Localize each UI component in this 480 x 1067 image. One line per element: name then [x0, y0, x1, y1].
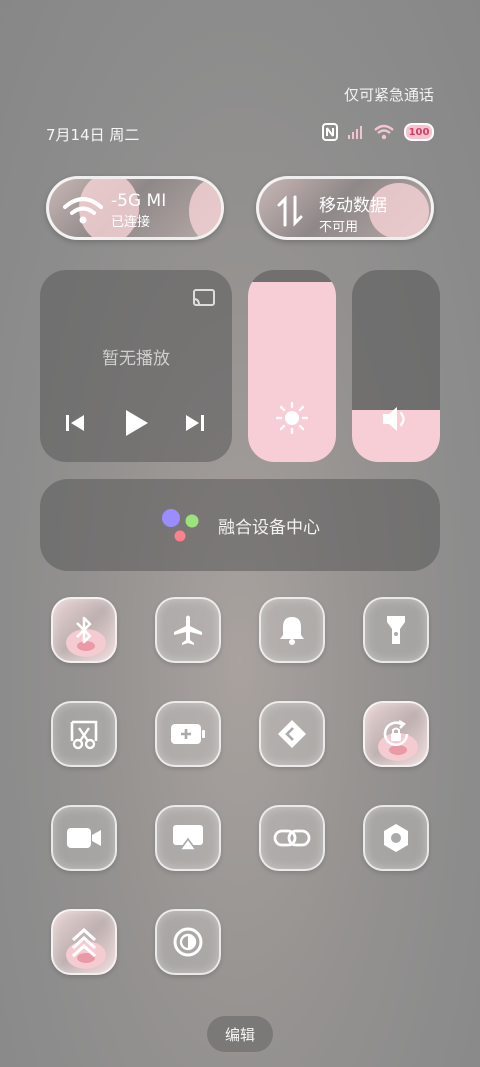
- flashlight-toggle[interactable]: [363, 597, 429, 663]
- performance-toggle[interactable]: [51, 909, 117, 975]
- bluetooth-toggle[interactable]: [51, 597, 117, 663]
- dark-mode-icon: [173, 927, 203, 957]
- data-arrows-icon: [277, 195, 303, 227]
- link-toggle[interactable]: [259, 805, 325, 871]
- screen-record-icon: [67, 828, 101, 848]
- device-hub-label: 融合设备中心: [218, 517, 320, 538]
- settings-toggle[interactable]: [363, 805, 429, 871]
- previous-icon[interactable]: [64, 412, 86, 434]
- battery-level: 100: [408, 126, 430, 138]
- hub-dot-red: [174, 530, 186, 542]
- screen-cast-icon: [173, 825, 203, 851]
- mobile-data-tile[interactable]: 移动数据 不可用: [256, 176, 434, 240]
- wifi-tile[interactable]: -5G MI 已连接: [46, 176, 224, 240]
- brightness-slider[interactable]: [248, 270, 336, 462]
- sun-icon: [276, 402, 308, 434]
- device-hub[interactable]: 融合设备中心: [40, 479, 440, 571]
- device-hub-icon: [162, 509, 199, 542]
- screenshot-icon: [70, 720, 98, 750]
- screenshot-toggle[interactable]: [51, 701, 117, 767]
- airplane-icon: [174, 615, 202, 645]
- battery-saver-icon: [171, 724, 205, 744]
- flashlight-icon: [387, 616, 405, 644]
- ringer-toggle[interactable]: [259, 597, 325, 663]
- nearby-share-toggle[interactable]: [259, 701, 325, 767]
- settings-icon: [384, 824, 408, 852]
- screen-record-toggle[interactable]: [51, 805, 117, 871]
- emergency-calls-only: 仅可紧急通话: [343, 86, 434, 104]
- dark-mode-toggle[interactable]: [155, 909, 221, 975]
- edit-button[interactable]: 编辑: [207, 1016, 273, 1052]
- rotation-lock-icon: [383, 719, 409, 747]
- signal-icon: [348, 126, 362, 139]
- wifi-ssid: -5G MI: [111, 191, 167, 211]
- link-icon: [273, 829, 311, 847]
- next-icon[interactable]: [184, 412, 206, 434]
- hub-dot-green: [185, 514, 199, 528]
- hub-dot-purple: [162, 509, 180, 527]
- status-icons: 100: [322, 122, 434, 142]
- wifi-icon: [63, 197, 103, 224]
- screen-cast-toggle[interactable]: [155, 805, 221, 871]
- wifi-icon: [374, 124, 394, 140]
- wifi-status: 已连接: [111, 215, 151, 230]
- mobile-data-status: 不可用: [319, 220, 359, 235]
- brightness-fill: [248, 281, 336, 462]
- date-label: 7月14日 周二: [46, 126, 140, 144]
- performance-icon: [71, 927, 97, 958]
- airplane-mode-toggle[interactable]: [155, 597, 221, 663]
- rotation-lock-toggle[interactable]: [363, 701, 429, 767]
- media-player: 暂无播放: [40, 270, 232, 462]
- battery-saver-toggle[interactable]: [155, 701, 221, 767]
- nearby-share-icon: [278, 720, 306, 748]
- mobile-data-label: 移动数据: [319, 196, 387, 216]
- nfc-icon: [322, 123, 338, 141]
- volume-slider[interactable]: [352, 270, 440, 462]
- bluetooth-icon: [76, 616, 92, 644]
- battery-icon: 100: [404, 123, 434, 141]
- cast-icon[interactable]: [192, 288, 216, 308]
- media-title: 暂无播放: [102, 349, 170, 369]
- bell-icon: [280, 617, 304, 645]
- speaker-icon: [383, 407, 405, 431]
- play-icon[interactable]: [122, 408, 150, 438]
